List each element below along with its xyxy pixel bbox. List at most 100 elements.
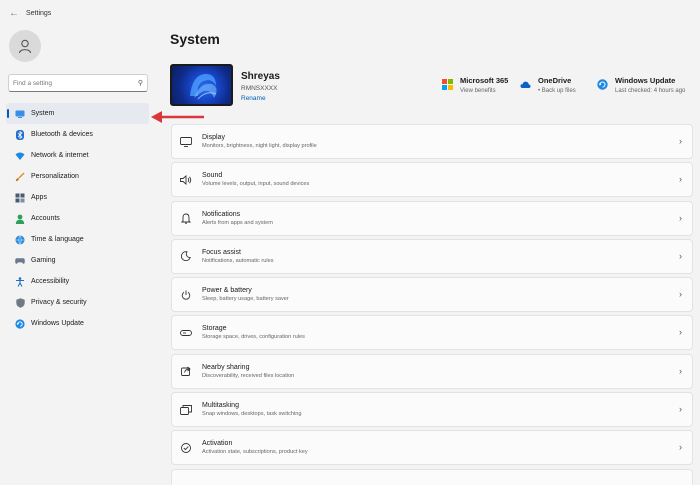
quick-link-title: Microsoft 365	[460, 76, 509, 85]
settings-item-title: Nearby sharing	[202, 363, 250, 371]
multitasking-icon	[179, 403, 193, 417]
bell-icon	[179, 211, 193, 225]
activation-icon	[179, 441, 193, 455]
avatar[interactable]	[9, 30, 41, 62]
sidebar-item-label: Network & internet	[31, 152, 89, 159]
settings-item-notifications[interactable]: Notifications Alerts from apps and system…	[171, 200, 693, 236]
quick-link-subtitle: • Back up files	[538, 88, 576, 94]
settings-item-subtitle: Alerts from apps and system	[202, 219, 273, 226]
microsoft-logo-icon	[442, 79, 453, 90]
speaker-icon	[179, 173, 193, 187]
settings-item-subtitle: Notifications, automatic rules	[202, 257, 274, 264]
shield-icon	[15, 297, 25, 308]
update-icon	[15, 318, 25, 329]
title-bar: ← Settings	[0, 0, 700, 26]
settings-item-nearby-sharing[interactable]: Nearby sharing Discoverability, received …	[171, 353, 693, 389]
network-icon	[15, 151, 25, 161]
power-icon	[179, 288, 193, 302]
annotation-arrow	[151, 111, 204, 123]
accounts-icon	[15, 214, 25, 224]
sidebar-item-windows-update[interactable]: Windows Update	[6, 313, 149, 334]
device-wallpaper-image	[170, 64, 233, 106]
settings-list: Display Monitors, brightness, night light…	[171, 124, 693, 485]
chevron-right-icon: ›	[679, 442, 682, 453]
settings-item-multitasking[interactable]: Multitasking Snap windows, desktops, task…	[171, 392, 693, 428]
sidebar-item-accessibility[interactable]: Accessibility	[6, 271, 149, 292]
rename-link[interactable]: Rename	[241, 95, 266, 102]
moon-icon	[179, 249, 193, 263]
settings-item-activation[interactable]: Activation Activation state, subscription…	[171, 430, 693, 466]
brush-icon	[15, 172, 25, 182]
sidebar-item-privacy-security[interactable]: Privacy & security	[6, 292, 149, 313]
search-input[interactable]	[13, 79, 138, 87]
quick-link-microsoft-365[interactable]: Microsoft 365 View benefits	[442, 76, 508, 94]
quick-link-subtitle: View benefits	[460, 88, 496, 94]
settings-item-focus-assist[interactable]: Focus assist Notifications, automatic rul…	[171, 238, 693, 274]
page-title: System	[170, 31, 220, 47]
chevron-right-icon: ›	[679, 250, 682, 261]
sidebar-item-label: Time & language	[31, 236, 84, 243]
chevron-right-icon: ›	[679, 289, 682, 300]
sidebar-item-network-internet[interactable]: Network & internet	[6, 145, 149, 166]
cloud-icon	[520, 81, 531, 88]
quick-link-title: Windows Update	[615, 76, 676, 85]
search-box[interactable]: ⚲	[8, 74, 148, 92]
sidebar-item-label: System	[31, 110, 55, 117]
system-icon	[15, 109, 25, 119]
sidebar-item-apps[interactable]: Apps	[6, 187, 149, 208]
settings-item-title: Storage	[202, 325, 227, 333]
sidebar-item-label: Gaming	[31, 257, 56, 264]
sidebar-item-system[interactable]: System	[6, 103, 149, 124]
sidebar-item-label: Privacy & security	[31, 299, 87, 306]
gamepad-icon	[15, 256, 25, 266]
share-icon	[179, 364, 193, 378]
chevron-right-icon: ›	[679, 327, 682, 338]
apps-icon	[15, 193, 25, 203]
settings-item-title: Notifications	[202, 210, 241, 218]
settings-item-subtitle: Snap windows, desktops, task switching	[202, 411, 302, 418]
chevron-right-icon: ›	[679, 136, 682, 146]
quick-link-subtitle: Last checked: 4 hours ago	[615, 88, 686, 94]
search-icon[interactable]: ⚲	[138, 79, 143, 87]
settings-item-subtitle: Sleep, battery usage, battery saver	[202, 296, 289, 303]
device-name: Shreyas	[241, 71, 280, 82]
accessibility-icon	[15, 276, 25, 287]
sidebar-item-time-language[interactable]: Time & language	[6, 229, 149, 250]
user-icon	[18, 39, 32, 54]
settings-item-title: Activation	[202, 440, 233, 448]
back-arrow-icon[interactable]: ←	[7, 8, 21, 19]
sidebar-item-label: Bluetooth & devices	[31, 131, 93, 138]
quick-link-onedrive[interactable]: OneDrive • Back up files	[520, 76, 576, 94]
globe-icon	[15, 234, 25, 245]
settings-item-subtitle: Storage space, drives, configuration rul…	[202, 334, 305, 341]
sidebar-item-personalization[interactable]: Personalization	[6, 166, 149, 187]
quick-link-windows-update[interactable]: Windows Update Last checked: 4 hours ago	[597, 76, 685, 94]
sidebar-item-accounts[interactable]: Accounts	[6, 208, 149, 229]
chevron-right-icon: ›	[679, 404, 682, 415]
chevron-right-icon: ›	[679, 174, 682, 185]
settings-item-title: Focus assist	[202, 248, 241, 256]
sidebar-item-label: Personalization	[31, 173, 79, 180]
storage-icon	[179, 326, 193, 340]
bluetooth-icon	[15, 129, 25, 140]
chevron-right-icon: ›	[679, 212, 682, 223]
settings-item-storage[interactable]: Storage Storage space, drives, configurat…	[171, 315, 693, 351]
display-icon	[179, 135, 193, 149]
settings-item-title: Display	[202, 134, 225, 141]
settings-item-next[interactable]	[171, 468, 693, 485]
sidebar-item-bluetooth-devices[interactable]: Bluetooth & devices	[6, 124, 149, 145]
sidebar-nav: System Bluetooth & devices Network & int…	[6, 103, 149, 334]
update-icon	[597, 79, 608, 90]
settings-item-display[interactable]: Display Monitors, brightness, night light…	[171, 124, 693, 159]
settings-item-subtitle: Volume levels, output, input, sound devi…	[202, 181, 310, 188]
settings-item-sound[interactable]: Sound Volume levels, output, input, sound…	[171, 162, 693, 198]
quick-link-title: OneDrive	[538, 76, 572, 85]
sidebar-item-label: Accounts	[31, 215, 60, 222]
chevron-right-icon: ›	[679, 365, 682, 376]
sidebar-item-label: Windows Update	[31, 320, 84, 327]
settings-item-power-battery[interactable]: Power & battery Sleep, battery usage, bat…	[171, 277, 693, 313]
sidebar-item-gaming[interactable]: Gaming	[6, 250, 149, 271]
settings-item-title: Sound	[202, 172, 223, 180]
settings-item-title: Multitasking	[202, 402, 239, 410]
sidebar-item-label: Accessibility	[31, 278, 70, 285]
